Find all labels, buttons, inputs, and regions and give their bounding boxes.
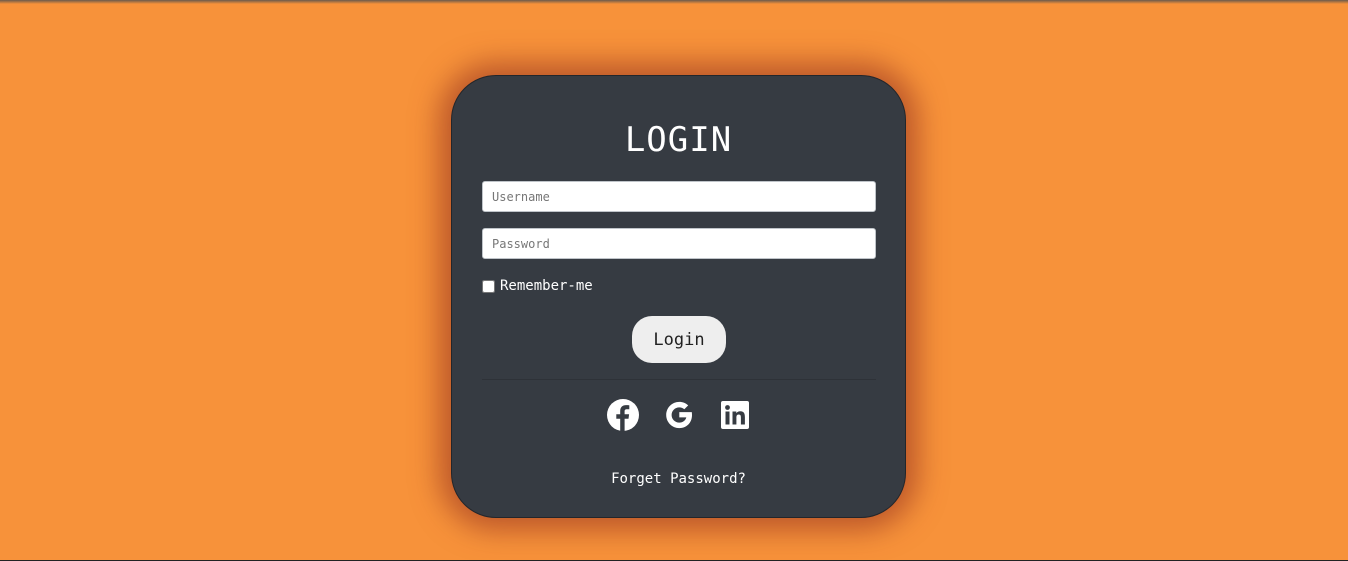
linkedin-icon[interactable] bbox=[719, 399, 751, 431]
social-login-links bbox=[452, 399, 905, 431]
facebook-icon[interactable] bbox=[606, 399, 639, 431]
remember-me-option[interactable]: Remember-me bbox=[482, 278, 593, 294]
page-title: LOGIN bbox=[624, 120, 733, 160]
username-input[interactable] bbox=[482, 181, 876, 212]
top-shadow-strip bbox=[0, 0, 1348, 4]
forget-password-link[interactable]: Forget Password? bbox=[452, 471, 905, 487]
remember-me-label: Remember-me bbox=[500, 278, 593, 294]
login-card: LOGIN Remember-me Login Forget Password? bbox=[451, 75, 906, 518]
password-input[interactable] bbox=[482, 228, 876, 259]
google-icon[interactable] bbox=[663, 399, 695, 431]
login-button[interactable]: Login bbox=[632, 316, 726, 363]
remember-me-checkbox[interactable] bbox=[482, 279, 495, 293]
divider bbox=[482, 379, 876, 380]
